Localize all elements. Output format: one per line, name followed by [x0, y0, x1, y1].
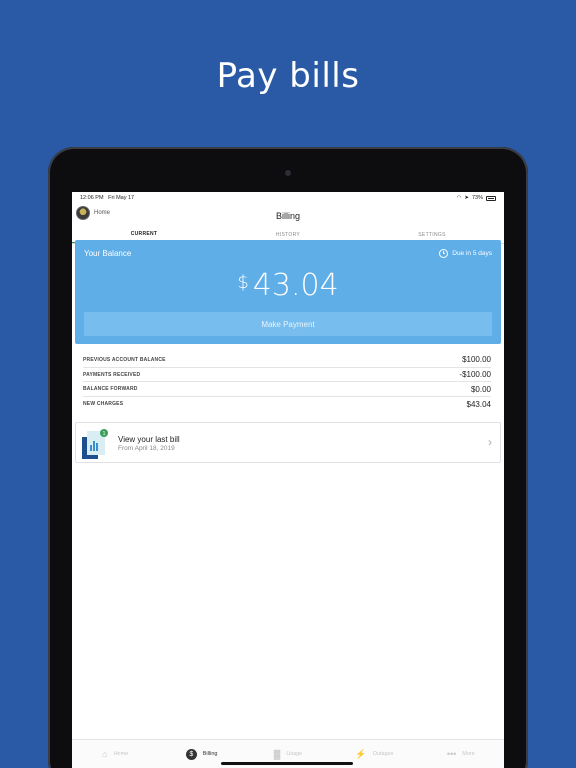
due-text: Due in 5 days [452, 250, 492, 257]
status-time: 12:06 PM [80, 195, 104, 201]
bill-subtitle: From April 18, 2019 [118, 445, 175, 452]
summary-value: $43.04 [466, 399, 491, 409]
balance-amount: $43.04 [75, 268, 501, 303]
bottom-nav-more[interactable]: ••• More [418, 740, 504, 768]
camera-dot [285, 170, 291, 176]
summary-row: BALANCE FORWARD $0.00 [83, 382, 491, 398]
balance-summary: PREVIOUS ACCOUNT BALANCE $100.00 PAYMENT… [83, 353, 491, 412]
summary-label: BALANCE FORWARD [83, 386, 138, 393]
utility-logo-icon [76, 206, 90, 220]
home-indicator [221, 762, 353, 765]
bottom-nav-home[interactable]: ⌂ Home [72, 740, 158, 768]
clock-icon [439, 249, 449, 258]
summary-label: NEW CHARGES [83, 401, 124, 408]
page-title: Billing [275, 211, 300, 221]
location-icon: ➤ [464, 195, 469, 201]
battery-percent: 73% [471, 195, 483, 201]
dollar-icon: $ [185, 748, 197, 760]
bottom-nav-label: Billing [202, 751, 218, 757]
bar-chart-icon: ▓ [273, 749, 281, 759]
summary-value: $0.00 [470, 384, 491, 394]
bottom-nav-label: Home [113, 751, 129, 757]
summary-row: PREVIOUS ACCOUNT BALANCE $100.00 [83, 353, 491, 368]
summary-label: PAYMENTS RECEIVED [83, 371, 141, 378]
bottom-nav-label: Outages [372, 751, 394, 757]
nav-bar: Home Billing [72, 204, 504, 228]
summary-value: $100.00 [462, 355, 491, 365]
home-icon: ⌂ [102, 749, 108, 759]
bill-document-icon: 1 [82, 429, 108, 459]
headline: Pay bills [216, 56, 360, 96]
status-bar: 12:06 PM Fri May 17 ◠ ➤ 73% [72, 192, 504, 204]
chevron-right-icon: › [488, 435, 492, 449]
due-info: Due in 5 days [439, 249, 492, 258]
view-last-bill-card[interactable]: 1 View your last bill From April 18, 201… [75, 422, 501, 463]
lightning-icon: ⚡ [355, 748, 367, 759]
back-label: Home [94, 210, 111, 216]
bottom-nav-label: Usage [286, 751, 303, 757]
balance-label: Your Balance [84, 249, 132, 258]
make-payment-button[interactable]: Make Payment [84, 312, 492, 336]
battery-icon [486, 195, 496, 201]
bill-title: View your last bill [118, 435, 180, 444]
summary-label: PREVIOUS ACCOUNT BALANCE [83, 356, 166, 363]
status-date: Fri May 17 [108, 195, 135, 201]
currency-symbol: $ [237, 272, 249, 293]
amount-value: 43.04 [252, 268, 339, 303]
app-screen: 12:06 PM Fri May 17 ◠ ➤ 73% Home Billing… [72, 192, 504, 768]
back-button[interactable]: Home [76, 206, 110, 220]
bill-badge: 1 [103, 431, 106, 437]
summary-row: NEW CHARGES $43.04 [83, 397, 491, 412]
wifi-icon: ◠ [456, 195, 462, 201]
summary-row: PAYMENTS RECEIVED -$100.00 [83, 368, 491, 383]
balance-card: Your Balance Due in 5 days $43.04 Make P… [75, 240, 501, 344]
more-icon: ••• [446, 749, 457, 759]
summary-value: -$100.00 [459, 370, 491, 380]
bottom-nav-label: More [462, 751, 475, 757]
